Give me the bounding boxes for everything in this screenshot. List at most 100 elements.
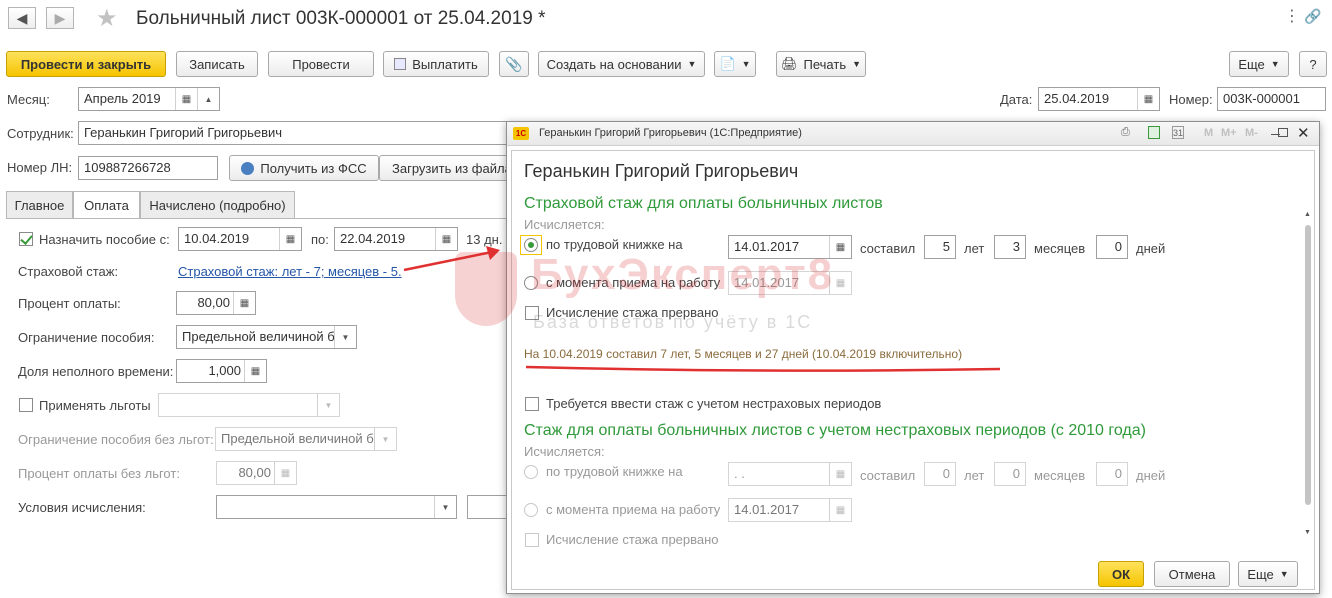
pay-button[interactable]: Выплатить <box>383 51 489 77</box>
dialog-scrollbar[interactable]: ▲ ▼ <box>1304 211 1312 541</box>
get-from-fss-button[interactable]: Получить из ФСС <box>229 155 379 181</box>
month-field[interactable]: Апрель 2019 ▦ ▲ <box>78 87 220 111</box>
ln-number-field[interactable]: 109887266728 <box>78 156 218 180</box>
workbook-date-field[interactable]: 14.01.2017 ▦ <box>728 235 852 259</box>
number-field[interactable]: 003К-000001 <box>1217 87 1326 111</box>
calendar-icon[interactable]: ▦ <box>829 272 851 294</box>
tab-main[interactable]: Главное <box>6 191 73 218</box>
more-button[interactable]: Еще ▼ <box>1229 51 1289 77</box>
link-icon[interactable]: 🔗 <box>1304 8 1321 25</box>
cancel-button[interactable]: Отмена <box>1154 561 1230 587</box>
post-button[interactable]: Провести <box>268 51 374 77</box>
ln-number-value: 109887266728 <box>84 160 171 175</box>
chevron-down-icon[interactable]: ▼ <box>317 394 339 416</box>
spin-arrows-icon[interactable]: ▲ <box>197 88 219 110</box>
scroll-down-icon[interactable]: ▼ <box>1304 529 1311 536</box>
conditions-select[interactable]: ▼ <box>216 495 457 519</box>
by-workbook-radio-2[interactable] <box>524 465 538 479</box>
percent-nobenefit-field[interactable]: 80,00 ▦ <box>216 461 297 485</box>
favorite-star-icon[interactable]: ★ <box>96 4 118 33</box>
print-preview-icon[interactable]: ⎙ <box>1121 126 1130 139</box>
calendar-icon[interactable]: 31 <box>1172 126 1184 139</box>
chevron-down-icon[interactable]: ▼ <box>334 326 356 348</box>
calculator-icon[interactable]: ▦ <box>274 462 296 484</box>
years-field-2[interactable]: 0 <box>924 462 956 486</box>
maximize-icon[interactable] <box>1278 128 1288 137</box>
load-from-file-button[interactable]: Загрузить из файла <box>379 155 512 181</box>
calculated-label: Исчисляется: <box>524 217 605 232</box>
chevron-down-icon: ▼ <box>1270 59 1280 69</box>
parttime-value: 1,000 <box>208 363 241 378</box>
close-icon[interactable]: ✕ <box>1297 124 1310 142</box>
chevron-down-icon[interactable]: ▼ <box>434 496 456 518</box>
calendar-icon[interactable]: ▦ <box>829 463 851 485</box>
calendar-icon[interactable]: ▦ <box>829 499 851 521</box>
cancel-label: Отмена <box>1168 566 1216 582</box>
tab-payment[interactable]: Оплата <box>73 191 140 219</box>
forward-button[interactable]: ▶ <box>46 7 74 29</box>
document-flow-button[interactable]: 📄 ▼ <box>714 51 756 77</box>
interrupted-checkbox[interactable] <box>525 306 539 320</box>
parttime-field[interactable]: 1,000 ▦ <box>176 359 267 383</box>
memory-m-minus-icon[interactable]: M- <box>1245 127 1258 139</box>
calendar-icon[interactable]: ▦ <box>175 88 197 110</box>
calendar-icon[interactable]: ▦ <box>829 236 851 258</box>
tab-accrued-detailed[interactable]: Начислено (подробно) <box>140 191 295 218</box>
days-label: дней <box>1136 241 1166 256</box>
attach-button[interactable]: 📎 <box>499 51 529 77</box>
print-button[interactable]: 🖨 Печать ▼ <box>776 51 866 77</box>
chevron-down-icon[interactable]: ▼ <box>374 428 396 450</box>
months-value-2: 0 <box>1012 466 1020 481</box>
apply-benefits-checkbox[interactable] <box>19 398 33 412</box>
interrupted-checkbox-2[interactable] <box>525 533 539 547</box>
from-hire-label-2: с момента приема на работу <box>546 502 721 517</box>
chevron-down-icon: ▼ <box>741 59 751 69</box>
ok-button[interactable]: ОК <box>1098 561 1144 587</box>
by-workbook-radio[interactable] <box>524 238 538 252</box>
from-hire-radio[interactable] <box>524 276 538 290</box>
dialog-more-button[interactable]: Еще ▼ <box>1238 561 1298 587</box>
months-field[interactable]: 3 <box>994 235 1026 259</box>
calendar-icon[interactable]: ▦ <box>1137 88 1159 110</box>
days-field[interactable]: 0 <box>1096 235 1128 259</box>
need-noninsurance-checkbox[interactable] <box>525 397 539 411</box>
memory-m-plus-icon[interactable]: M+ <box>1221 127 1237 139</box>
conditions-select-2[interactable] <box>467 495 507 519</box>
assign-from-field[interactable]: 10.04.2019 ▦ <box>178 227 302 251</box>
years-field[interactable]: 5 <box>924 235 956 259</box>
percent-field[interactable]: 80,00 ▦ <box>176 291 256 315</box>
save-button[interactable]: Записать <box>176 51 258 77</box>
benefits-select[interactable]: ▼ <box>158 393 340 417</box>
from-hire-radio-2[interactable] <box>524 503 538 517</box>
post-and-close-button[interactable]: Провести и закрыть <box>6 51 166 77</box>
workbook-date-field-2[interactable]: . . ▦ <box>728 462 852 486</box>
memory-m-icon[interactable]: M <box>1204 127 1213 139</box>
to-label: по: <box>311 232 329 247</box>
calculator-icon[interactable]: ▦ <box>244 360 266 382</box>
employee-field[interactable]: Геранькин Григорий Григорьевич <box>78 121 518 145</box>
ok-label: ОК <box>1111 566 1131 582</box>
print-label: Печать <box>803 56 847 72</box>
back-button[interactable]: ◀ <box>8 7 36 29</box>
spreadsheet-icon[interactable] <box>1148 126 1160 139</box>
create-based-button[interactable]: Создать на основании ▼ <box>538 51 705 77</box>
more-vert-icon[interactable]: ⋮ <box>1284 6 1300 26</box>
limit-nobenefit-select[interactable]: Предельной величиной ба ▼ <box>215 427 397 451</box>
calendar-icon[interactable]: ▦ <box>279 228 301 250</box>
insurance-experience-link[interactable]: Страховой стаж: лет - 7; месяцев - 5. <box>178 264 402 279</box>
date-field[interactable]: 25.04.2019 ▦ <box>1038 87 1160 111</box>
days-field-2[interactable]: 0 <box>1096 462 1128 486</box>
hire-date-field[interactable]: 14.01.2017 ▦ <box>728 271 852 295</box>
calculator-icon[interactable]: ▦ <box>233 292 255 314</box>
interrupted-label-2: Исчисление стажа прервано <box>546 532 719 547</box>
scroll-up-icon[interactable]: ▲ <box>1304 211 1311 218</box>
create-based-label: Создать на основании <box>546 56 682 72</box>
limit-select[interactable]: Предельной величиной ба ▼ <box>176 325 357 349</box>
scrollbar-thumb[interactable] <box>1305 225 1311 505</box>
hire-date-field-2[interactable]: 14.01.2017 ▦ <box>728 498 852 522</box>
post-and-close-label: Провести и закрыть <box>20 56 152 72</box>
by-workbook-label: по трудовой книжке на <box>546 237 683 252</box>
months-field-2[interactable]: 0 <box>994 462 1026 486</box>
help-button[interactable]: ? <box>1299 51 1327 77</box>
assign-benefit-checkbox[interactable] <box>19 232 33 246</box>
